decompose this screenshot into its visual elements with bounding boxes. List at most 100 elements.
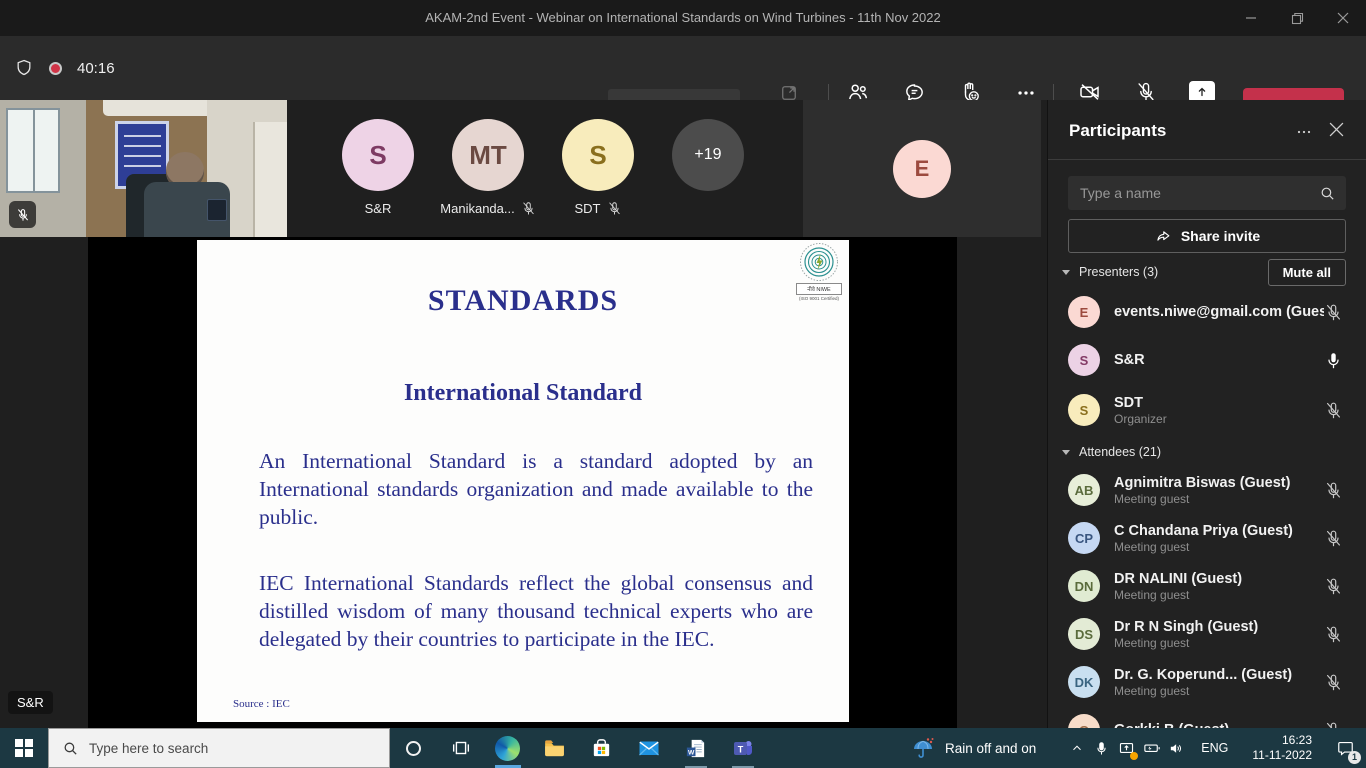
- tray-speaker-icon[interactable]: [1164, 740, 1189, 757]
- minimize-icon[interactable]: [1228, 0, 1274, 36]
- file-explorer-button[interactable]: [531, 728, 578, 768]
- avatar: AB: [1068, 474, 1100, 506]
- share-invite-button[interactable]: Share invite: [1068, 219, 1346, 253]
- taskbar-search-input[interactable]: [89, 741, 339, 756]
- participant-info: S&R: [1114, 352, 1324, 368]
- participant-row[interactable]: GGorkki B (Guest): [1048, 706, 1366, 728]
- stage-avatar-tile[interactable]: S SDT: [543, 119, 653, 216]
- umbrella-rain-icon: [912, 736, 936, 760]
- avatar: E: [1068, 296, 1100, 328]
- word-button[interactable]: W: [672, 728, 719, 768]
- task-view-icon: [450, 737, 472, 759]
- niwe-logo: नीवे NIWE (ISO 9001 Certified): [792, 242, 846, 301]
- attendees-header-label: Attendees (21): [1079, 445, 1161, 459]
- teams-button[interactable]: T: [719, 728, 766, 768]
- weather-label: Rain off and on: [945, 741, 1036, 756]
- webcam-video-tile[interactable]: [0, 100, 287, 237]
- participant-search[interactable]: [1068, 176, 1346, 210]
- notification-badge: 1: [1348, 751, 1361, 764]
- slide-paragraph: IEC International Standards reflect the …: [259, 569, 813, 653]
- slide-source: Source : IEC: [233, 698, 290, 710]
- search-icon[interactable]: [1319, 185, 1336, 202]
- presentation-slide: STANDARDS International Standard An Inte…: [197, 240, 849, 722]
- mic-off-icon[interactable]: [1324, 721, 1344, 729]
- slide-subtitle: International Standard: [197, 380, 849, 407]
- mic-off-icon[interactable]: [1324, 401, 1344, 420]
- avatar[interactable]: MT: [452, 119, 524, 191]
- taskbar-search[interactable]: [48, 728, 390, 768]
- tray-screenshare-icon[interactable]: [1114, 740, 1139, 757]
- mic-off-icon[interactable]: [1324, 303, 1344, 322]
- mic-on-icon[interactable]: [1324, 351, 1344, 370]
- mic-off-icon[interactable]: [1324, 625, 1344, 644]
- overflow-count-avatar[interactable]: +19: [672, 119, 744, 191]
- panel-close-icon[interactable]: [1329, 122, 1344, 137]
- participant-row[interactable]: DKDr. G. Koperund... (Guest)Meeting gues…: [1048, 658, 1366, 706]
- tray-battery-icon[interactable]: [1139, 739, 1164, 757]
- mail-button[interactable]: [625, 728, 672, 768]
- participant-row[interactable]: Eevents.niwe@gmail.com (Guest): [1048, 288, 1366, 336]
- weather-widget[interactable]: Rain off and on: [912, 736, 1064, 760]
- shield-icon: [14, 58, 34, 78]
- avatar[interactable]: S: [342, 119, 414, 191]
- participant-role: Meeting guest: [1114, 492, 1324, 506]
- stage-avatar-tile[interactable]: S S&R: [323, 119, 433, 216]
- mic-off-icon: [607, 201, 622, 216]
- stage-avatar-tile[interactable]: +19: [653, 119, 763, 216]
- participant-row[interactable]: DNDR NALINI (Guest)Meeting guest: [1048, 562, 1366, 610]
- mute-all-button[interactable]: Mute all: [1268, 259, 1346, 286]
- mic-off-icon[interactable]: [1324, 529, 1344, 548]
- action-center-button[interactable]: 1: [1324, 739, 1366, 758]
- edge-button[interactable]: [484, 728, 531, 768]
- presenters-section-header[interactable]: Presenters (3) Mute all: [1062, 258, 1346, 286]
- mic-off-icon[interactable]: [1324, 577, 1344, 596]
- participant-info: SDTOrganizer: [1114, 395, 1324, 426]
- mic-off-icon[interactable]: [1324, 481, 1344, 500]
- participant-name: DR NALINI (Guest): [1114, 571, 1324, 587]
- cortana-button[interactable]: [390, 728, 437, 768]
- share-invite-icon: [1154, 227, 1172, 245]
- participant-row[interactable]: S SDTOrganizer: [1048, 384, 1366, 436]
- chevron-down-icon: [1062, 450, 1070, 455]
- meeting-stage: S S&R MTManikanda... S SDT +19 E STANDARDS In…: [0, 100, 1366, 728]
- participant-row[interactable]: S S&R: [1048, 336, 1366, 384]
- participant-row[interactable]: AB Agnimitra Biswas (Guest)Meeting guest: [1048, 466, 1366, 514]
- search-input[interactable]: [1068, 185, 1319, 201]
- participant-name: S&R: [365, 201, 392, 216]
- participant-role: Meeting guest: [1114, 636, 1324, 650]
- participant-role: Meeting guest: [1114, 540, 1324, 554]
- tray-chevron-up-icon[interactable]: [1064, 741, 1089, 755]
- mic-off-icon: [9, 201, 36, 228]
- file-explorer-icon: [542, 736, 567, 761]
- stage-avatar-tile[interactable]: MTManikanda...: [433, 119, 543, 216]
- teams-icon: T: [731, 736, 755, 760]
- participant-row[interactable]: DSDr R N Singh (Guest)Meeting guest: [1048, 610, 1366, 658]
- slide-title: STANDARDS: [197, 284, 849, 318]
- participant-role: Organizer: [1114, 412, 1324, 426]
- language-indicator[interactable]: ENG: [1189, 741, 1240, 755]
- task-view-button[interactable]: [437, 728, 484, 768]
- participant-video-tile[interactable]: E: [803, 100, 1041, 237]
- avatar-label: S&R: [365, 200, 392, 216]
- mic-off-icon[interactable]: [1324, 673, 1344, 692]
- attendees-section-header[interactable]: Attendees (21): [1062, 441, 1346, 463]
- participant-info: Agnimitra Biswas (Guest)Meeting guest: [1114, 475, 1324, 506]
- tray-mic-icon[interactable]: [1089, 741, 1114, 756]
- panel-more-icon[interactable]: [1296, 124, 1312, 140]
- window-controls: [1228, 0, 1366, 36]
- avatar[interactable]: S: [562, 119, 634, 191]
- start-button[interactable]: [0, 728, 48, 768]
- clock[interactable]: 16:23 11-11-2022: [1240, 733, 1324, 763]
- restore-icon[interactable]: [1274, 0, 1320, 36]
- niwe-logo-cert: (ISO 9001 Certified): [792, 296, 846, 301]
- avatar: S: [1068, 344, 1100, 376]
- participant-name: SDT: [575, 201, 601, 216]
- participant-row[interactable]: CPC Chandana Priya (Guest)Meeting guest: [1048, 514, 1366, 562]
- edge-icon: [495, 736, 520, 761]
- notification-dot: [1130, 752, 1138, 760]
- microsoft-store-button[interactable]: [578, 728, 625, 768]
- participant-role: Meeting guest: [1114, 588, 1324, 602]
- slide-paragraph: An International Standard is a standard …: [259, 447, 813, 531]
- avatar: S: [1068, 394, 1100, 426]
- close-icon[interactable]: [1320, 0, 1366, 36]
